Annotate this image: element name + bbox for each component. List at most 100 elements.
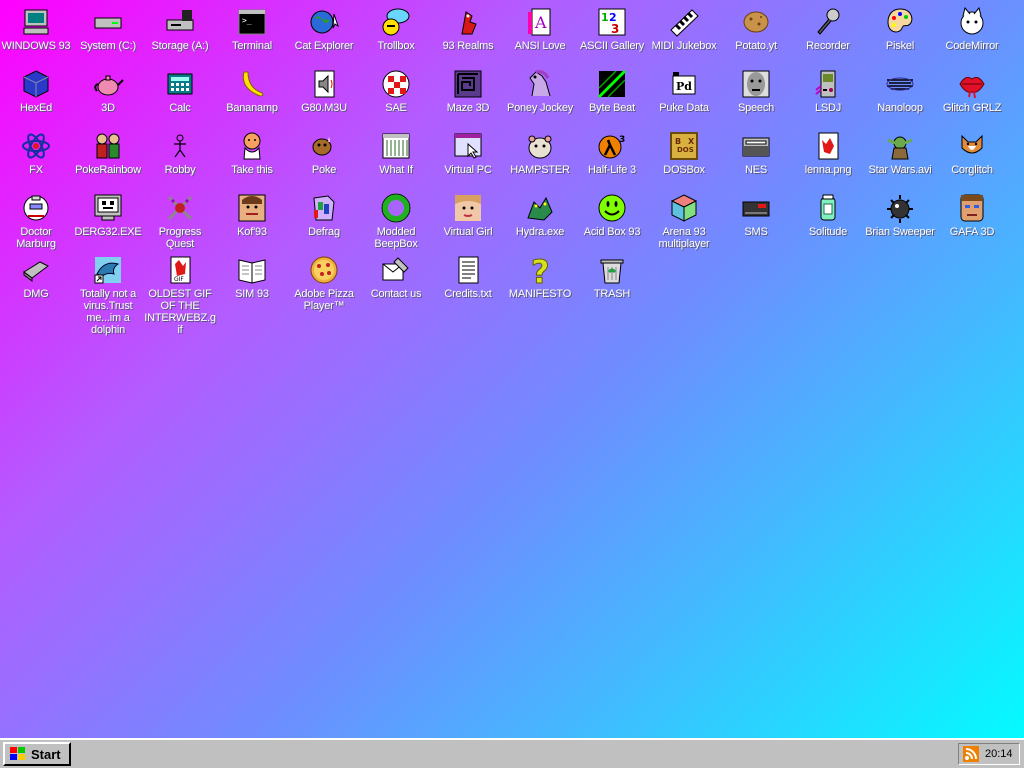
desktop-icon-label: Terminal [232, 40, 272, 52]
desktop-icon-trash[interactable]: TRASH [576, 250, 648, 300]
svg-text:DOS: DOS [677, 146, 694, 154]
desktop-icon-adobe-pizza-player[interactable]: Adobe Pizza Player™ [288, 250, 360, 312]
drive-icon [92, 6, 124, 38]
desktop-icon-robby[interactable]: Robby [144, 126, 216, 176]
desktop-icon-windows-93[interactable]: WINDOWS 93 [0, 2, 72, 52]
desktop-icon-puke-data[interactable]: Pd Puke Data [648, 64, 720, 114]
desktop-icon-nanoloop[interactable]: Nanoloop [864, 64, 936, 114]
desktop-icon-half-life-3[interactable]: 3 Half-Life 3 [576, 126, 648, 176]
desktop-icon-hexed[interactable]: HexEd [0, 64, 72, 114]
desktop-icon-ascii-gallery[interactable]: 1 2 3 ASCII Gallery [576, 2, 648, 52]
terminal-icon: >_ [236, 6, 268, 38]
desktop-icon-star-wars-avi[interactable]: Star Wars.avi [864, 126, 936, 176]
desktop-icon-poke[interactable]: ℹ Poke [288, 126, 360, 176]
desktop-icon-dmg[interactable]: DMG [0, 250, 72, 300]
desktop-icon-acid-box-93[interactable]: Acid Box 93 [576, 188, 648, 238]
desktop-icon-label: Poke [311, 164, 337, 176]
desktop-icon-system-c[interactable]: System (C:) [72, 2, 144, 52]
start-button[interactable]: Start [3, 742, 71, 766]
desktop-icon-hydra-exe[interactable]: Hydra.exe [504, 188, 576, 238]
desktop-icon-g80-m3u[interactable]: G80.M3U [288, 64, 360, 114]
desktop-icon-storage-a[interactable]: Storage (A:) [144, 2, 216, 52]
floppy-drive-icon [164, 6, 196, 38]
desktop-icon-oldest-gif-of-the-interwebz-gif[interactable]: GIF OLDEST GIF OF THE INTERWEBZ.gif [144, 250, 216, 336]
desktop-icon-codemirror[interactable]: CodeMirror [936, 2, 1008, 52]
desktop-icon-recorder[interactable]: Recorder [792, 2, 864, 52]
svg-text:3: 3 [619, 135, 625, 145]
desktop-icon-arena-93-multiplayer[interactable]: Arena 93 multiplayer [648, 188, 720, 250]
wave-icon [884, 68, 916, 100]
desktop-icon-potato-yt[interactable]: Potato.yt [720, 2, 792, 52]
console-icon [740, 192, 772, 224]
desktop-icon-corglitch[interactable]: Corglitch [936, 126, 1008, 176]
desktop-icon-label: LSDJ [814, 102, 842, 114]
svg-text:X: X [688, 137, 695, 146]
desktop-icon-label: SIM 93 [235, 288, 269, 300]
desktop-icon-totally-not-a-virus-trust-me-im-a-dolphin[interactable]: Totally not a virus.Trust me...im a dolp… [72, 250, 144, 336]
desktop-icon-nes[interactable]: NES [720, 126, 792, 176]
desktop-icon-label: Virtual PC [444, 164, 492, 176]
pony-icon [524, 68, 556, 100]
desktop-icon-terminal[interactable]: >_ Terminal [216, 2, 288, 52]
dragon-icon [452, 6, 484, 38]
svg-text:B: B [675, 137, 681, 146]
desktop-icon-label: 93 Realms [442, 40, 494, 52]
desktop-icon-label: SAE [385, 102, 407, 114]
desktop-icon-glitch-grlz[interactable]: Glitch GRLZ [936, 64, 1008, 114]
desktop-icon-bananamp[interactable]: Bananamp [216, 64, 288, 114]
desktop-icon-kof-93[interactable]: Kof'93 [216, 188, 288, 238]
desktop-icon-sim-93[interactable]: SIM 93 [216, 250, 288, 300]
desktop-icon-defrag[interactable]: Defrag [288, 188, 360, 238]
desktop-icon-93-realms[interactable]: 93 Realms [432, 2, 504, 52]
desktop-icon-modded-beepbox[interactable]: Modded BeepBox [360, 188, 432, 250]
desktop-icon-derg32-exe[interactable]: DERG32.EXE [72, 188, 144, 238]
desktop-icon-manifesto[interactable]: ? MANIFESTO [504, 250, 576, 300]
desktop-icon-label: MIDI Jukebox [651, 40, 717, 52]
question-icon: ? [524, 254, 556, 286]
desktop-icon-credits-txt[interactable]: Credits.txt [432, 250, 504, 300]
palette-icon [884, 6, 916, 38]
desktop-icon-solitude[interactable]: Solitude [792, 188, 864, 238]
desktop-icon-label: WINDOWS 93 [1, 40, 71, 52]
desktop-icon-speech[interactable]: Speech [720, 64, 792, 114]
desktop-icon-take-this[interactable]: Take this [216, 126, 288, 176]
stickman-icon [164, 130, 196, 162]
desktop-icon-dosbox[interactable]: B DOS X DOSBox [648, 126, 720, 176]
desktop-icon-3d[interactable]: 3D [72, 64, 144, 114]
desktop-icon-label: ASCII Gallery [579, 40, 645, 52]
desktop-icon-progress-quest[interactable]: Progress Quest [144, 188, 216, 250]
desktop-icon-fx[interactable]: FX [0, 126, 72, 176]
desktop-icon-cat-explorer[interactable]: Cat Explorer [288, 2, 360, 52]
desktop-icon-pokerainbow[interactable]: PokeRainbow [72, 126, 144, 176]
desktop-icon-doctor-marburg[interactable]: Doctor Marburg [0, 188, 72, 250]
desktop-icon-trollbox[interactable]: Trollbox [360, 2, 432, 52]
desktop-icon-lenna-png[interactable]: lenna.png [792, 126, 864, 176]
desktop-icon-sae[interactable]: SAE [360, 64, 432, 114]
desktop-icon-what-if[interactable]: What If [360, 126, 432, 176]
desktop-icon-contact-us[interactable]: Contact us [360, 250, 432, 300]
desktop-icon-sms[interactable]: SMS [720, 188, 792, 238]
desktop-icon-poney-jockey[interactable]: Poney Jockey [504, 64, 576, 114]
desktop-icon-byte-beat[interactable]: Byte Beat [576, 64, 648, 114]
desktop-icon-label: lenna.png [804, 164, 852, 176]
fighter-icon [236, 192, 268, 224]
yoda-icon [884, 130, 916, 162]
desktop-icon-piskel[interactable]: Piskel [864, 2, 936, 52]
cube-icon [20, 68, 52, 100]
rss-icon[interactable] [963, 746, 979, 762]
desktop-icon-midi-jukebox[interactable]: MIDI Jukebox [648, 2, 720, 52]
desktop-icon-virtual-pc[interactable]: Virtual PC [432, 126, 504, 176]
dosbox-icon: B DOS X [668, 130, 700, 162]
desktop-icon-calc[interactable]: Calc [144, 64, 216, 114]
desktop-icon-label: HexEd [19, 102, 53, 114]
clock: 20:14 [985, 748, 1013, 760]
desktop-icon-hampster[interactable]: HAMPSTER [504, 126, 576, 176]
desktop-icon-gafa-3d[interactable]: GAFA 3D [936, 188, 1008, 238]
desktop-icon-ansi-love[interactable]: A ANSI Love [504, 2, 576, 52]
desktop-icon-maze-3d[interactable]: Maze 3D [432, 64, 504, 114]
desktop-icon-lsdj[interactable]: LSDJ [792, 64, 864, 114]
gameboy-icon [812, 68, 844, 100]
desktop-icon-label: FX [29, 164, 43, 176]
desktop-icon-brian-sweeper[interactable]: Brian Sweeper [864, 188, 936, 238]
desktop-icon-virtual-girl[interactable]: Virtual Girl [432, 188, 504, 238]
